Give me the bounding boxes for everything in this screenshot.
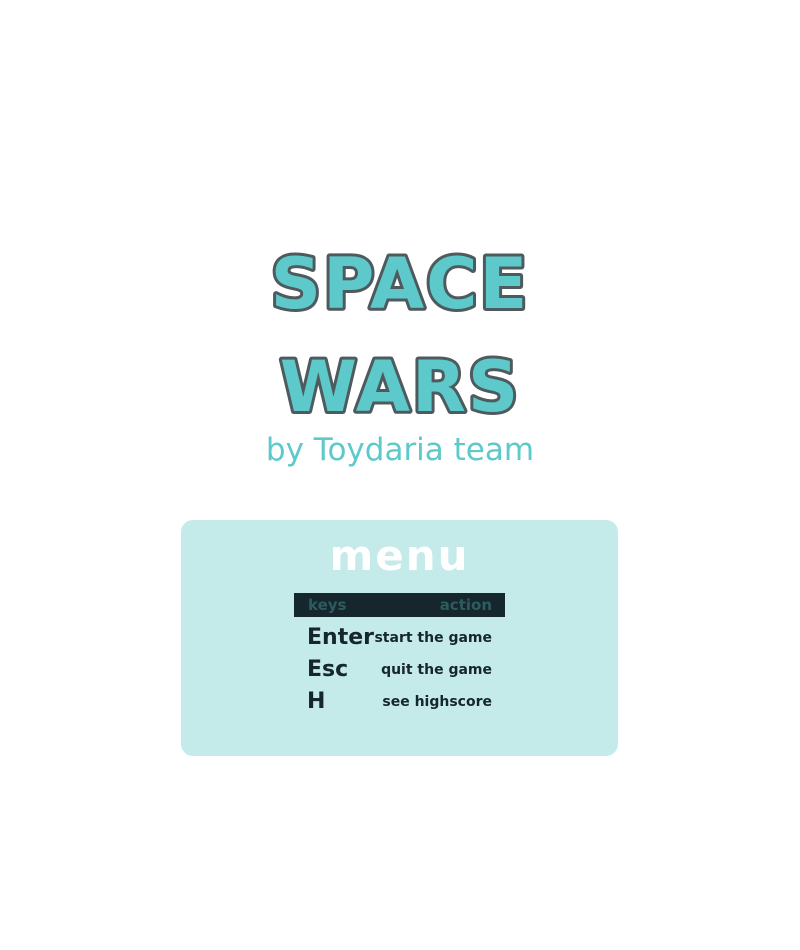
key-action: start the game	[374, 630, 492, 646]
key-row-enter: Enter start the game	[294, 623, 505, 653]
logo-line-wars: WARS	[280, 346, 521, 426]
subtitle-credit: by Toydaria team	[265, 432, 535, 468]
logo-line-space: SPACE	[271, 243, 530, 325]
key-row-esc: Esc quit the game	[294, 655, 505, 685]
key-name: Esc	[307, 657, 349, 682]
key-action: quit the game	[381, 662, 492, 678]
key-row-h: H see highscore	[294, 687, 505, 717]
header-action-label: action	[439, 596, 492, 614]
key-name: Enter	[307, 625, 374, 650]
game-logo-art: SPACE WARS	[268, 240, 531, 426]
menu-title: menu	[329, 531, 470, 580]
menu-panel: menu keys action Enter start the game Es…	[181, 520, 618, 756]
header-keys-label: keys	[308, 596, 347, 614]
key-name: H	[307, 689, 326, 714]
keys-table-header: keys action	[294, 593, 505, 617]
key-action: see highscore	[382, 694, 492, 710]
game-logo: SPACE WARS	[240, 236, 560, 426]
